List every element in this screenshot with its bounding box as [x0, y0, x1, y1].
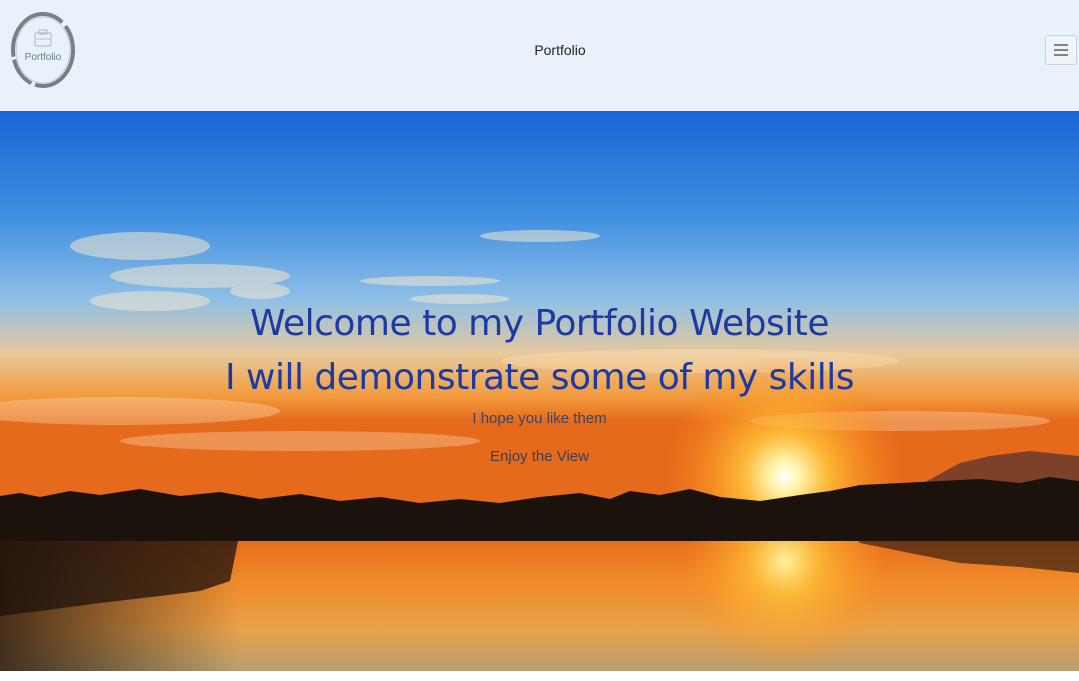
page-bottom: [0, 671, 1079, 681]
hero-text: Welcome to my Portfolio Website I will d…: [0, 111, 1079, 671]
hero-title-line2: I will demonstrate some of my skills: [224, 357, 855, 398]
logo-ring-icon: [11, 12, 75, 88]
hamburger-menu-icon: [1054, 44, 1068, 56]
logo[interactable]: Portfolio: [8, 9, 78, 91]
navbar-brand[interactable]: Portfolio: [440, 42, 680, 58]
hero-section: Welcome to my Portfolio Website I will d…: [0, 111, 1079, 671]
enjoy-the-view-link[interactable]: Enjoy the View: [0, 448, 1079, 465]
hero-title-line1: Welcome to my Portfolio Website: [249, 303, 830, 344]
navbar: Portfolio Portfolio: [0, 0, 1079, 111]
hero-subtitle: I hope you like them: [472, 410, 607, 427]
menu-toggle-button[interactable]: [1045, 35, 1077, 65]
logo-text: Portfolio: [24, 52, 62, 63]
